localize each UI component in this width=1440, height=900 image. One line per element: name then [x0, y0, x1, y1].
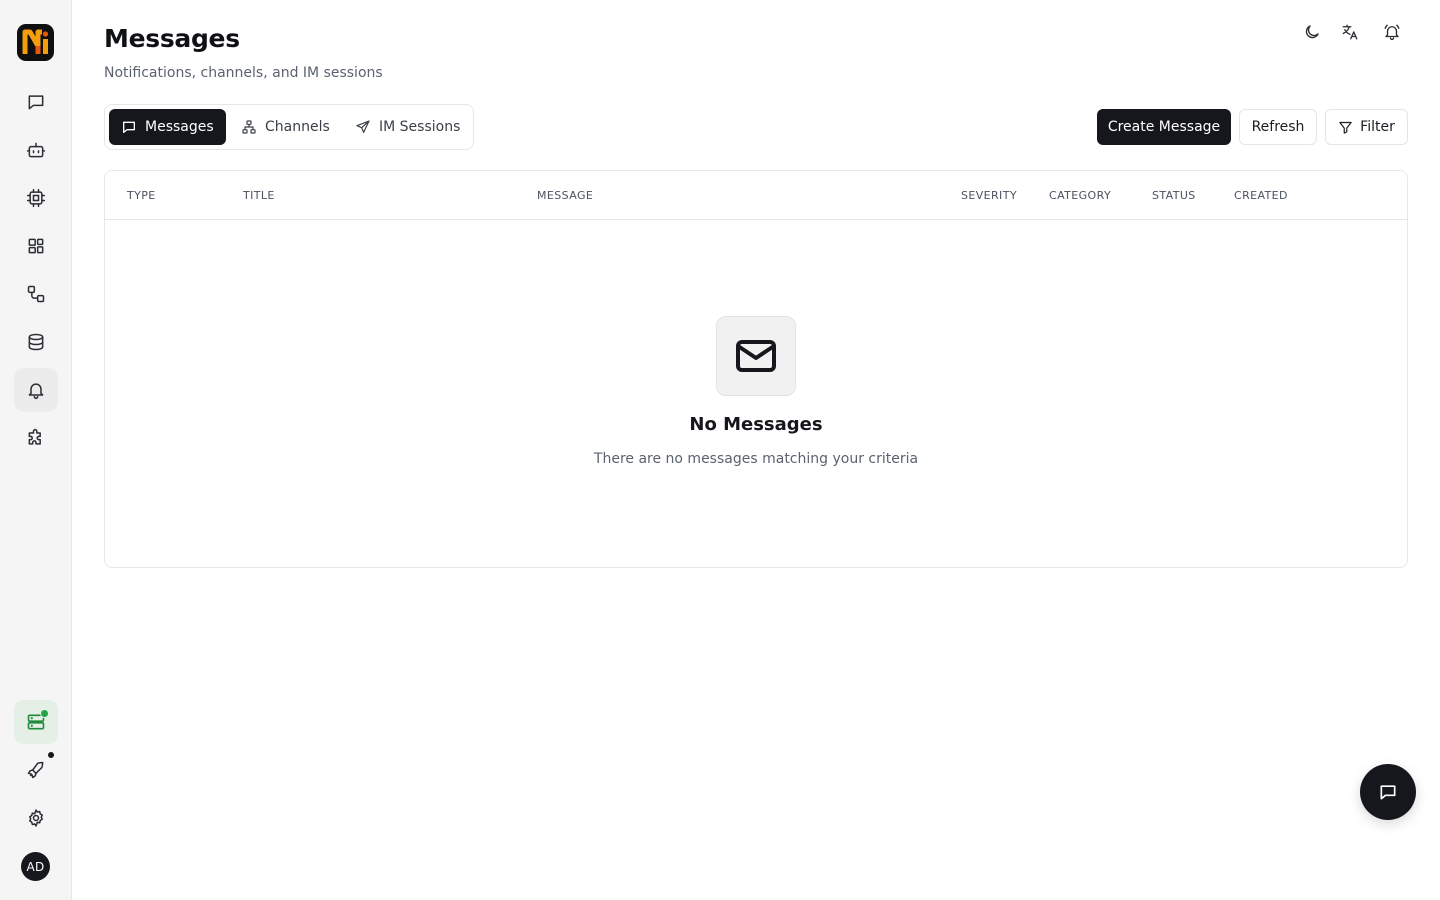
sidebar-item-messages[interactable] [14, 368, 58, 412]
message-square-icon [28, 95, 44, 110]
launch-notification-dot [48, 752, 54, 758]
app-logo[interactable] [17, 24, 54, 61]
sidebar-item-knowledge[interactable] [14, 320, 58, 364]
bot-icon [26, 142, 46, 158]
filter-icon [1339, 121, 1352, 134]
filter-label: Filter [1360, 119, 1395, 135]
sidebar-item-chat[interactable] [14, 80, 58, 124]
moon-icon [1305, 25, 1319, 39]
empty-state-icon-box [716, 316, 796, 396]
create-message-button[interactable]: Create Message [1097, 109, 1231, 145]
tab-label: IM Sessions [379, 119, 461, 135]
column-header-status[interactable]: STATUS [1152, 189, 1196, 202]
notifications-button[interactable] [1380, 20, 1404, 44]
empty-state-title: No Messages [689, 414, 823, 435]
layout-grid-icon [28, 238, 44, 254]
language-button[interactable] [1338, 20, 1362, 44]
server-online-dot [40, 709, 49, 718]
table-header: TYPE TITLE MESSAGE SEVERITY CATEGORY STA… [105, 171, 1407, 220]
bell-icon [28, 383, 44, 400]
empty-state-text: There are no messages matching your crit… [593, 451, 919, 467]
sidebar-item-launch[interactable] [14, 748, 58, 792]
sidebar-item-workflows[interactable] [14, 272, 58, 316]
network-icon [242, 120, 256, 134]
sidebar-item-plugins[interactable] [14, 416, 58, 460]
page-title: Messages [104, 24, 240, 53]
sidebar: AD [0, 0, 72, 900]
column-header-category[interactable]: CATEGORY [1049, 189, 1111, 202]
theme-toggle-button[interactable] [1300, 20, 1324, 44]
tab-messages[interactable]: Messages [109, 109, 226, 145]
sidebar-item-agents[interactable] [14, 128, 58, 172]
rocket-icon [27, 761, 44, 779]
column-header-message[interactable]: MESSAGE [537, 189, 593, 202]
column-header-title[interactable]: TITLE [243, 189, 275, 202]
chat-assistant-button[interactable] [1360, 764, 1416, 820]
sidebar-item-server-status[interactable] [14, 700, 58, 744]
tab-im-sessions[interactable]: IM Sessions [343, 109, 472, 145]
message-tabs: Messages Channels IM Sessions [104, 104, 474, 150]
cpu-icon [26, 188, 46, 208]
message-square-icon [123, 121, 135, 133]
logo-icon [22, 29, 48, 54]
refresh-button[interactable]: Refresh [1239, 109, 1317, 145]
sidebar-item-models[interactable] [14, 176, 58, 220]
tab-label: Messages [145, 119, 214, 135]
messages-table: TYPE TITLE MESSAGE SEVERITY CATEGORY STA… [104, 170, 1408, 568]
filter-button[interactable]: Filter [1325, 109, 1408, 145]
gear-icon [29, 809, 43, 827]
database-icon [28, 333, 44, 351]
tab-channels[interactable]: Channels [229, 109, 342, 145]
workflow-icon [27, 285, 45, 303]
mail-icon [736, 340, 776, 372]
tab-label: Channels [265, 119, 330, 135]
page-subtitle: Notifications, channels, and IM sessions [104, 65, 383, 81]
user-avatar[interactable]: AD [21, 852, 50, 881]
column-header-created[interactable]: CREATED [1234, 189, 1288, 202]
send-icon [356, 120, 370, 133]
column-header-type[interactable]: TYPE [127, 189, 156, 202]
puzzle-icon [28, 428, 41, 445]
sidebar-item-settings[interactable] [14, 796, 58, 840]
column-header-severity[interactable]: SEVERITY [961, 189, 1017, 202]
sidebar-item-apps[interactable] [14, 224, 58, 268]
bell-icon [1384, 24, 1400, 41]
translate-icon [1342, 24, 1358, 40]
message-square-icon [1380, 785, 1396, 800]
